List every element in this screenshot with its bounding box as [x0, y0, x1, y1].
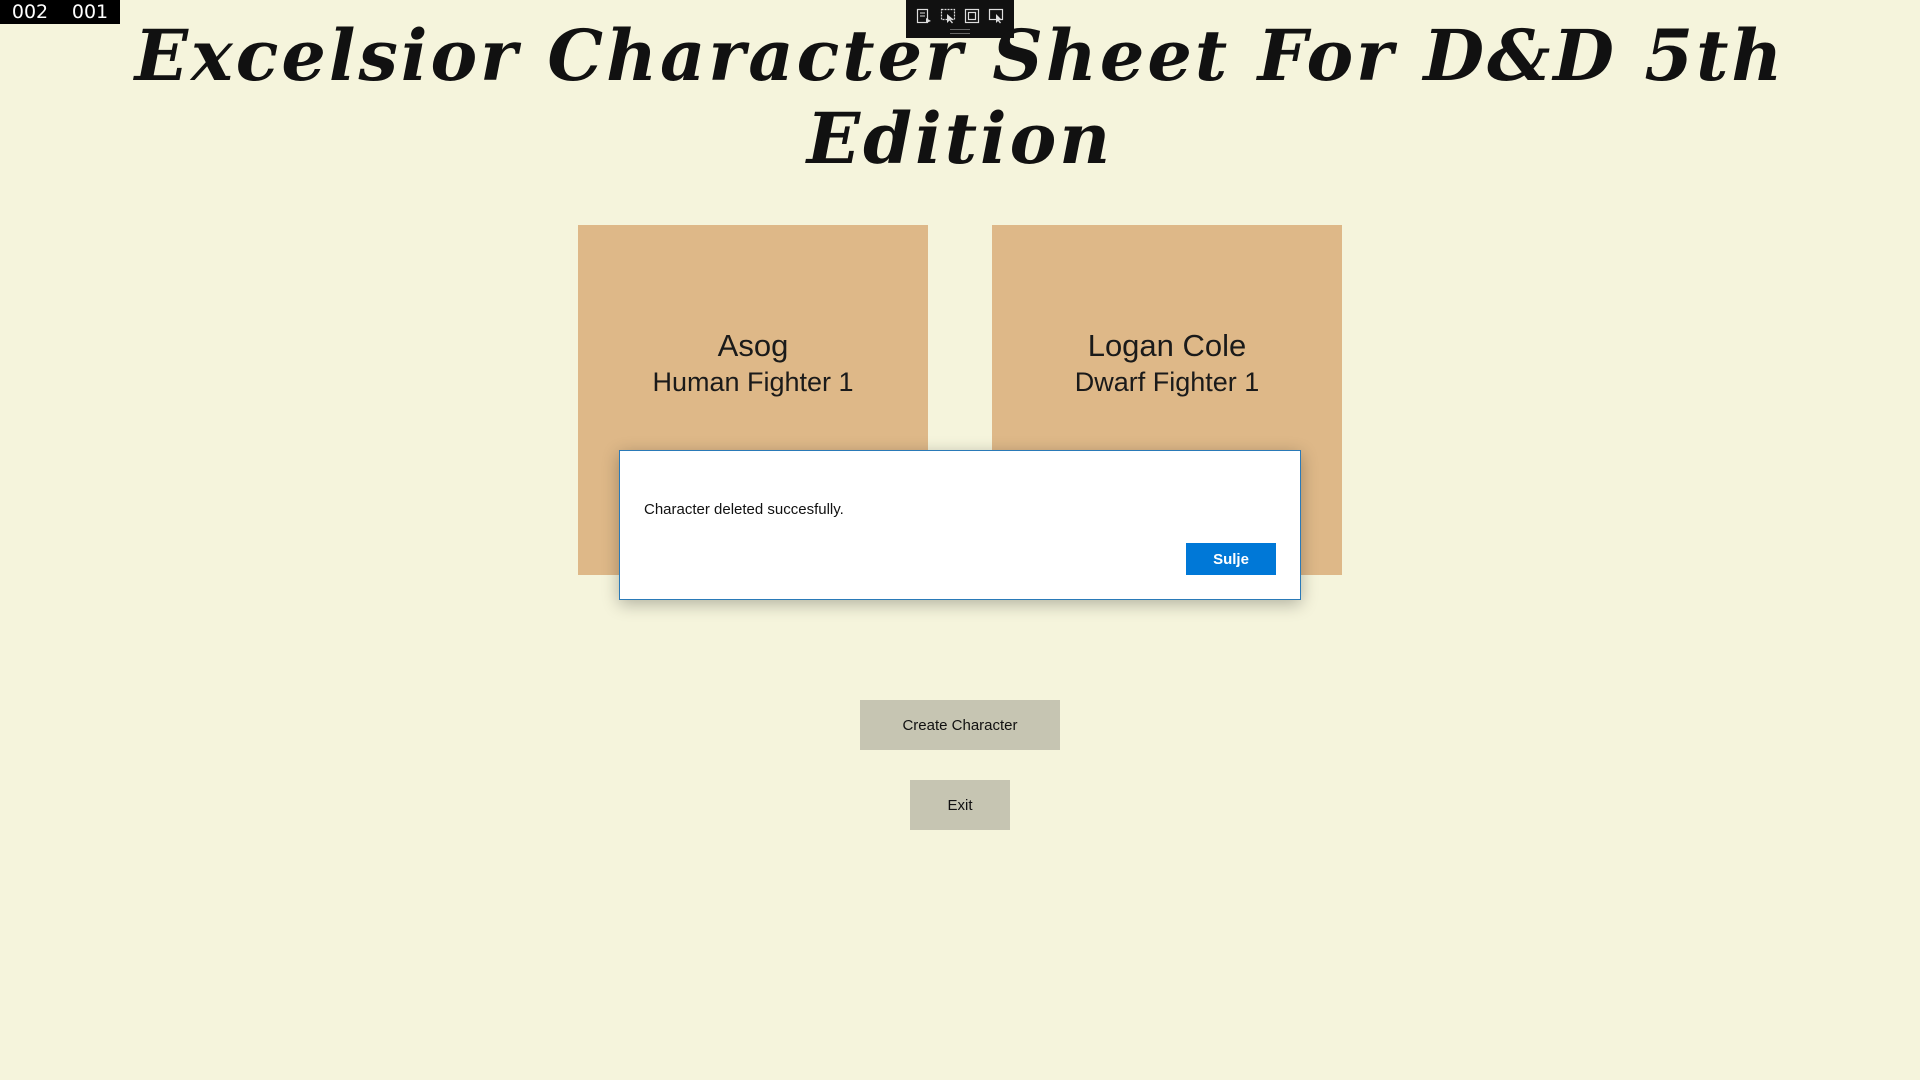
- message-dialog: Character deleted succesfully. Sulje: [619, 450, 1301, 600]
- character-name: Logan Cole: [1087, 328, 1247, 363]
- create-character-button[interactable]: Create Character: [860, 700, 1060, 750]
- character-description: Human Fighter 1: [652, 367, 854, 397]
- dialog-message: Character deleted succesfully.: [644, 501, 844, 518]
- exit-button[interactable]: Exit: [910, 780, 1010, 830]
- character-description: Dwarf Fighter 1: [1074, 367, 1260, 397]
- character-name: Asog: [717, 328, 789, 363]
- dialog-close-button[interactable]: Sulje: [1186, 543, 1276, 575]
- page-title: Excelsior Character Sheet For D&D 5th Ed…: [134, 14, 1786, 180]
